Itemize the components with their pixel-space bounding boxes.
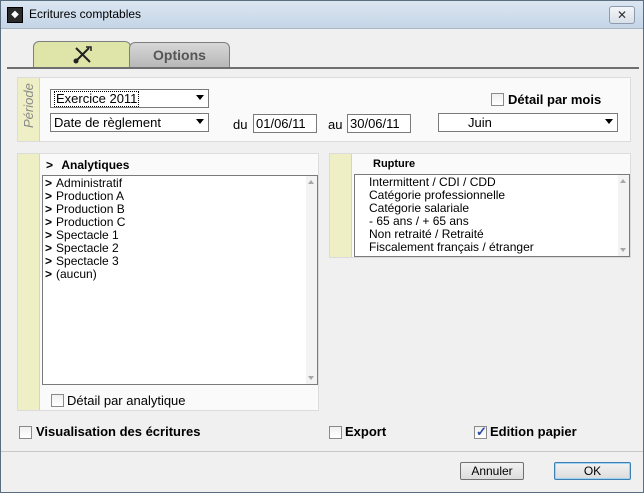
rupture-list[interactable]: Intermittent / CDI / CDD Catégorie profes… xyxy=(354,174,630,257)
analytiques-header: > Analytiques xyxy=(46,158,129,172)
item-label: Spectacle 2 xyxy=(56,241,119,255)
item-label: Administratif xyxy=(56,176,123,190)
chevron-down-icon xyxy=(196,95,204,100)
month-select[interactable]: Juin xyxy=(438,113,618,132)
cancel-button[interactable]: Annuler xyxy=(460,462,524,480)
item-label: Production C xyxy=(56,215,126,229)
item-marker: > xyxy=(45,241,53,255)
visualisation-label: Visualisation des écritures xyxy=(36,424,201,439)
item-label: Spectacle 3 xyxy=(56,254,119,268)
detail-par-mois-checkbox[interactable] xyxy=(491,93,504,106)
tab-main[interactable] xyxy=(33,41,131,67)
periode-panel: Période Exercice 2011 Date de règlement … xyxy=(17,77,631,142)
exercice-select[interactable]: Exercice 2011 xyxy=(50,89,209,108)
analytiques-scrollbar[interactable] xyxy=(306,176,317,384)
close-button[interactable]: ✕ xyxy=(609,6,635,24)
tools-icon xyxy=(73,46,92,64)
scroll-down-icon[interactable] xyxy=(620,248,626,252)
footer-divider xyxy=(1,451,643,452)
month-value: Juin xyxy=(468,115,492,130)
detail-par-mois-label: Détail par mois xyxy=(508,92,602,107)
du-date-field[interactable]: 01/06/11 xyxy=(253,114,317,133)
item-label: Production B xyxy=(56,202,125,216)
analytiques-list[interactable]: > Administratif > Production A > Production B… xyxy=(42,175,318,385)
window-title: Ecritures comptables xyxy=(29,7,142,21)
tab-options[interactable]: Options xyxy=(129,42,230,67)
scroll-up-icon[interactable] xyxy=(620,179,626,183)
item-marker: > xyxy=(45,202,53,216)
detail-analytique-label: Détail par analytique xyxy=(67,393,186,408)
au-date-field[interactable]: 30/06/11 xyxy=(347,114,411,133)
export-label: Export xyxy=(345,424,387,439)
rupture-scrollbar[interactable] xyxy=(618,175,629,256)
item-marker: > xyxy=(45,176,53,190)
item-marker: > xyxy=(45,267,53,281)
rupture-header: Rupture xyxy=(373,158,416,170)
item-marker: > xyxy=(45,215,53,229)
item-marker: > xyxy=(45,228,53,242)
item-label: Spectacle 1 xyxy=(56,228,119,242)
header-marker: > xyxy=(46,158,54,172)
list-item[interactable]: > (aucun) xyxy=(45,268,315,281)
visualisation-checkbox[interactable] xyxy=(19,426,32,439)
analytiques-panel: > Analytiques > Administratif > Production … xyxy=(17,153,319,411)
edition-papier-checkbox[interactable] xyxy=(474,424,487,440)
export-checkbox[interactable] xyxy=(329,426,342,439)
chevron-down-icon xyxy=(605,119,613,124)
du-label: du xyxy=(233,117,248,132)
title-bar: ◆ Ecritures comptables ✕ xyxy=(1,1,643,29)
analytiques-strip xyxy=(18,154,40,410)
periode-label: Période xyxy=(21,83,36,128)
rupture-strip xyxy=(330,154,352,257)
dialog-window: ◆ Ecritures comptables ✕ Options Période… xyxy=(0,0,644,493)
chevron-down-icon xyxy=(196,119,204,124)
exercice-value: Exercice 2011 xyxy=(54,91,140,107)
tab-divider xyxy=(7,67,639,69)
app-icon: ◆ xyxy=(7,7,23,23)
item-label: Production A xyxy=(56,189,125,203)
scroll-down-icon[interactable] xyxy=(308,376,314,380)
date-type-value: Date de règlement xyxy=(54,115,161,130)
date-type-select[interactable]: Date de règlement xyxy=(50,113,209,132)
analytiques-header-text: Analytiques xyxy=(61,158,130,172)
ok-button[interactable]: OK xyxy=(554,462,631,480)
item-marker: > xyxy=(45,254,53,268)
list-item[interactable]: Fiscalement français / étranger xyxy=(369,241,615,254)
rupture-panel: Rupture Intermittent / CDI / CDD Catégori… xyxy=(329,153,631,258)
edition-papier-label: Edition papier xyxy=(490,424,577,439)
scroll-up-icon[interactable] xyxy=(308,180,314,184)
item-label: (aucun) xyxy=(56,267,97,281)
periode-strip: Période xyxy=(18,78,40,141)
item-marker: > xyxy=(45,189,53,203)
detail-analytique-checkbox[interactable] xyxy=(51,394,64,407)
au-label: au xyxy=(328,117,343,132)
